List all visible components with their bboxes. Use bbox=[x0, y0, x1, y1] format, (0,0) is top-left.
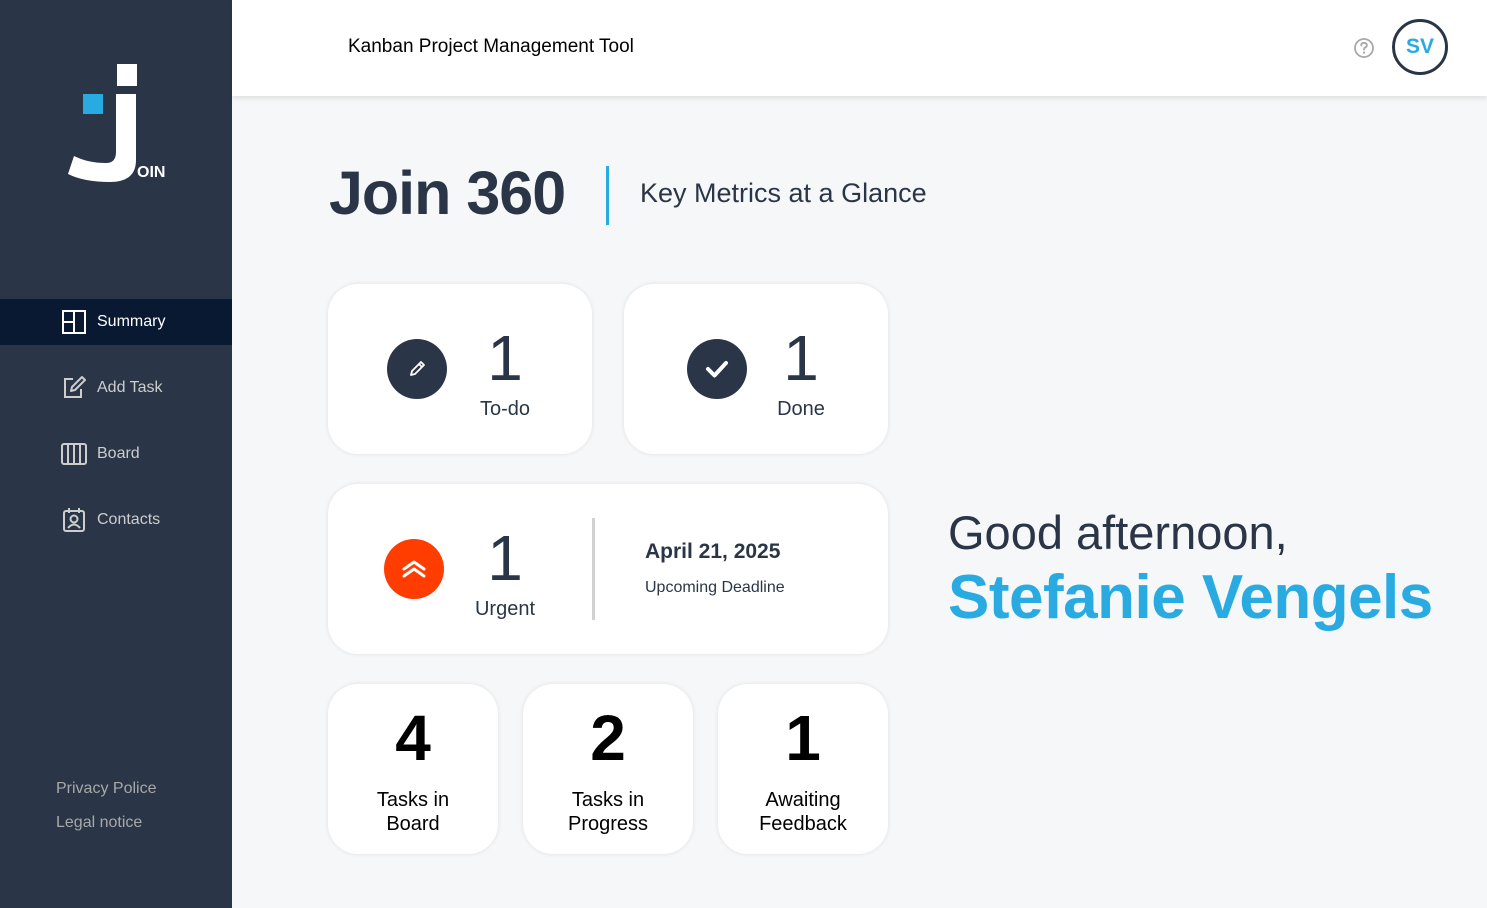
sidebar-item-label: Summary bbox=[97, 313, 166, 330]
sidebar-footer: Privacy Police Legal notice bbox=[56, 780, 156, 848]
tasks-in-progress-metric: 2 Tasks in Progress bbox=[523, 706, 693, 836]
awaiting-feedback-card[interactable]: 1 Awaiting Feedback bbox=[718, 684, 888, 854]
sidebar-nav: Summary Add Task Board Contacts bbox=[0, 299, 232, 563]
urgent-metric: 1 Urgent bbox=[445, 526, 565, 621]
summary-icon bbox=[61, 309, 87, 335]
awaiting-feedback-metric: 1 Awaiting Feedback bbox=[718, 706, 888, 836]
tasks-in-board-metric: 4 Tasks in Board bbox=[328, 706, 498, 836]
done-card[interactable]: 1 Done bbox=[624, 284, 888, 454]
todo-card[interactable]: 1 To-do bbox=[328, 284, 592, 454]
done-count: 1 bbox=[783, 322, 819, 394]
greeting-text: Good afternoon, bbox=[948, 506, 1288, 559]
app-title: Kanban Project Management Tool bbox=[348, 36, 634, 57]
sidebar-item-add-task[interactable]: Add Task bbox=[0, 365, 232, 411]
sidebar-item-label: Board bbox=[97, 445, 140, 462]
deadline-label: Upcoming Deadline bbox=[645, 579, 785, 596]
greeting-user-name: Stefanie Vengels bbox=[948, 563, 1433, 632]
sidebar: OIN Summary Add Task Board Contacts Priv… bbox=[0, 0, 232, 908]
urgent-count: 1 bbox=[487, 522, 523, 594]
sidebar-item-contacts[interactable]: Contacts bbox=[0, 497, 232, 543]
awaiting-feedback-count: 1 bbox=[785, 702, 821, 774]
logo-text: OIN bbox=[137, 164, 166, 181]
help-icon[interactable] bbox=[1353, 37, 1375, 59]
tasks-in-progress-card[interactable]: 2 Tasks in Progress bbox=[523, 684, 693, 854]
join-logo[interactable]: OIN bbox=[64, 62, 174, 187]
sidebar-item-board[interactable]: Board bbox=[0, 431, 232, 477]
awaiting-feedback-label: Awaiting Feedback bbox=[759, 789, 847, 835]
board-columns-icon bbox=[61, 441, 87, 467]
check-icon bbox=[687, 339, 747, 399]
tasks-in-board-label: Tasks in Board bbox=[376, 789, 450, 835]
deadline-date: April 21, 2025 bbox=[645, 540, 781, 563]
contact-badge-icon bbox=[61, 507, 87, 533]
tasks-in-progress-count: 2 bbox=[590, 702, 626, 774]
todo-metric: 1 To-do bbox=[445, 326, 565, 421]
edit-square-icon bbox=[61, 375, 87, 401]
legal-notice-link[interactable]: Legal notice bbox=[56, 814, 156, 832]
todo-label: To-do bbox=[479, 398, 531, 420]
todo-count: 1 bbox=[487, 322, 523, 394]
urgent-divider bbox=[592, 518, 595, 620]
urgent-label: Urgent bbox=[474, 598, 536, 620]
tasks-in-progress-label: Tasks in Progress bbox=[567, 789, 649, 835]
done-label: Done bbox=[777, 398, 825, 420]
privacy-policy-link[interactable]: Privacy Police bbox=[56, 780, 156, 798]
tasks-in-board-count: 4 bbox=[395, 702, 431, 774]
top-header: Kanban Project Management Tool SV bbox=[232, 0, 1487, 96]
sidebar-item-label: Contacts bbox=[97, 511, 161, 528]
double-chevron-up-icon bbox=[384, 539, 444, 599]
page-subtitle: Key Metrics at a Glance bbox=[640, 178, 927, 208]
sidebar-item-label: Add Task bbox=[97, 379, 163, 396]
title-divider bbox=[606, 166, 609, 225]
done-metric: 1 Done bbox=[741, 326, 861, 421]
page-title: Join 360 bbox=[329, 159, 566, 227]
pencil-icon bbox=[387, 339, 447, 399]
urgent-card[interactable]: 1 Urgent April 21, 2025 Upcoming Deadlin… bbox=[328, 484, 888, 654]
user-avatar[interactable]: SV bbox=[1392, 19, 1448, 75]
tasks-in-board-card[interactable]: 4 Tasks in Board bbox=[328, 684, 498, 854]
sidebar-item-summary[interactable]: Summary bbox=[0, 299, 232, 345]
